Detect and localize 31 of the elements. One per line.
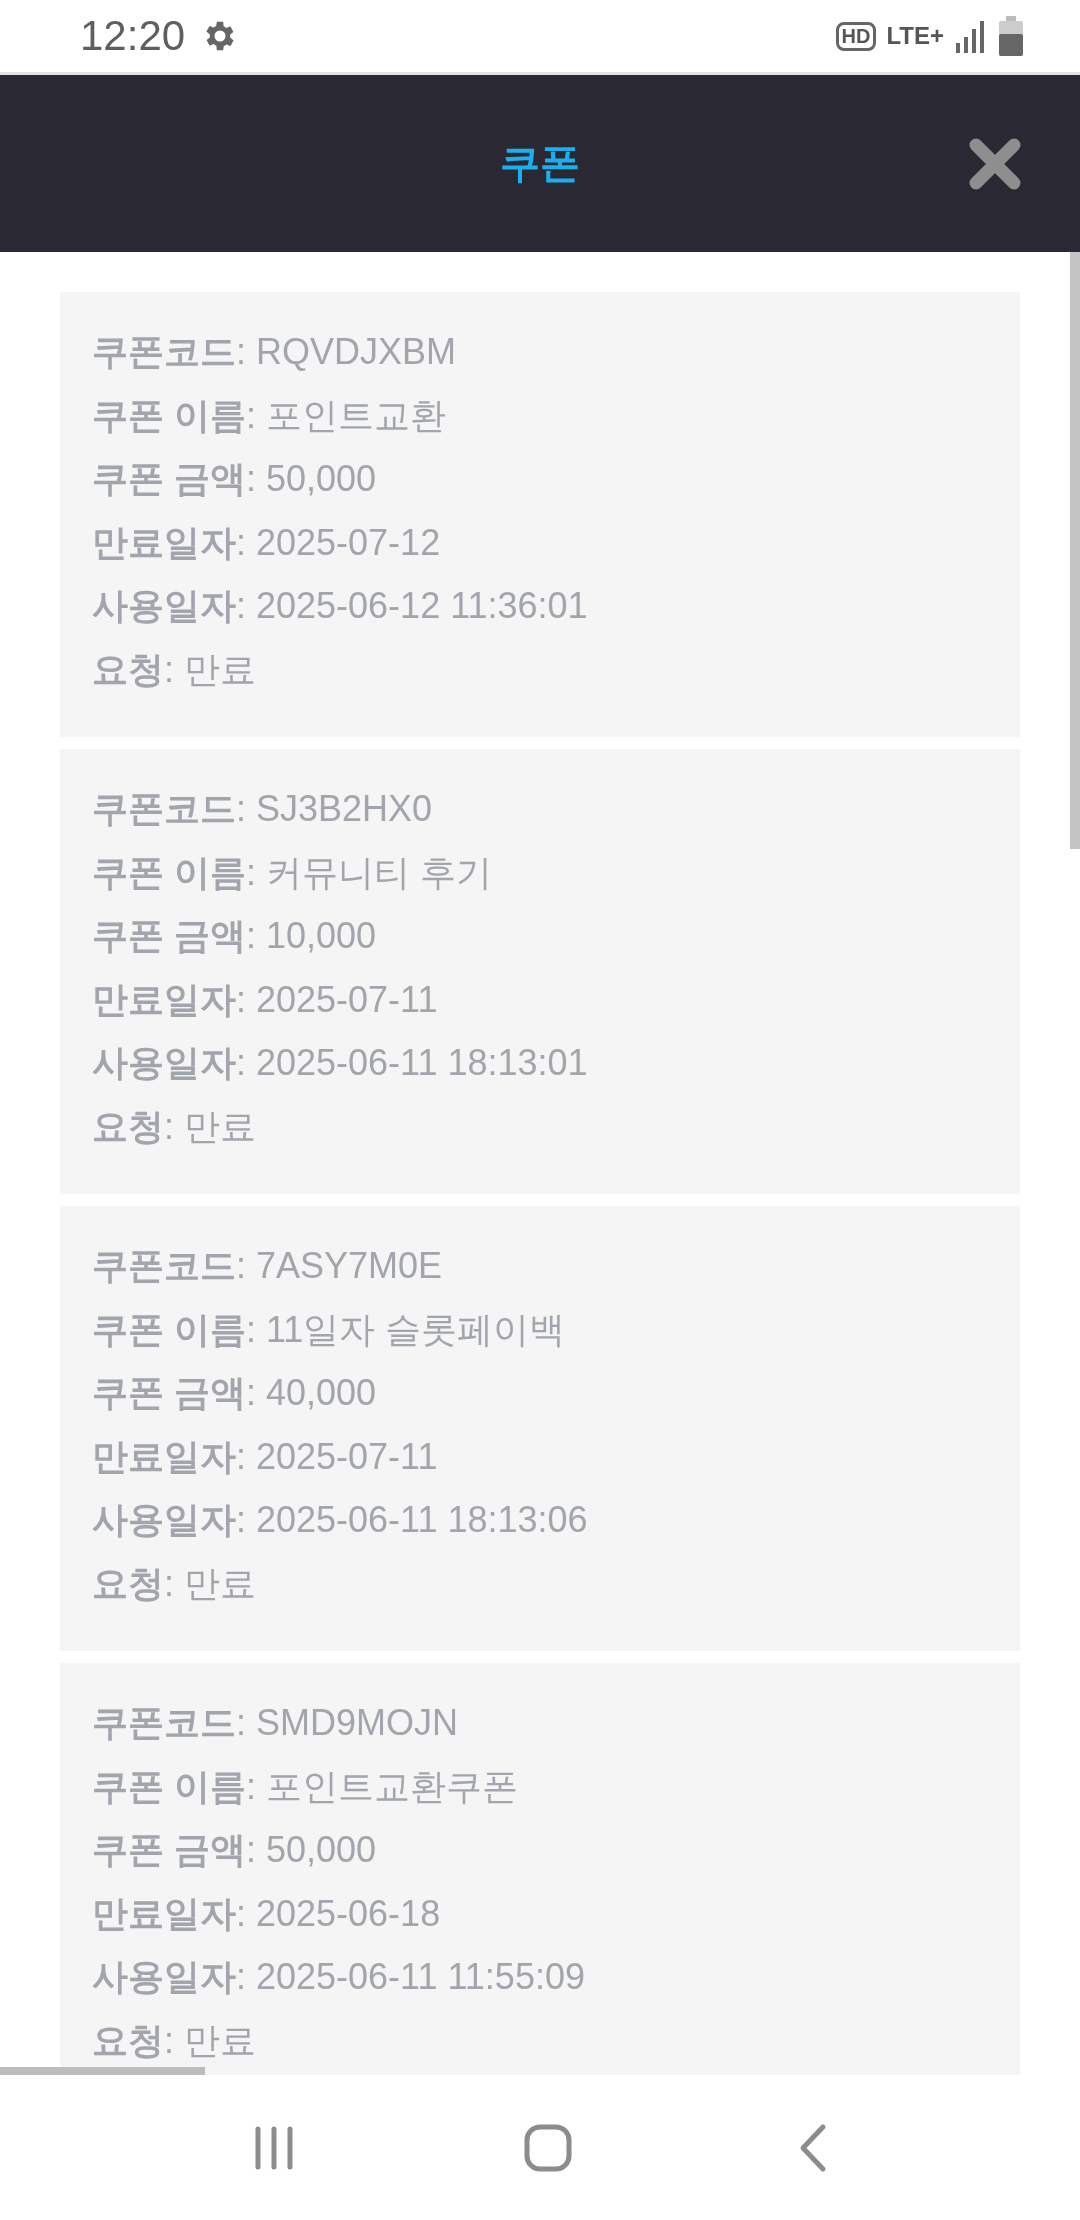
coupon-detail: 사용일자: 2025-06-11 11:55:09 xyxy=(92,1955,586,1999)
coupon-detail: 만료일자: 2025-06-18 xyxy=(92,1891,442,1936)
coupon-detail: 쿠폰코드: RQVDJXBM xyxy=(92,330,458,374)
hd-voice-indicator: HD xyxy=(835,21,877,51)
coupon-detail: 쿠폰 금액: 10,000 xyxy=(92,914,378,958)
coupon-detail: 쿠폰 금액: 50,000 xyxy=(92,1828,378,1872)
coupon-detail: 쿠폰 이름: 포인트교환 xyxy=(92,393,448,438)
header-title: 쿠폰 xyxy=(500,140,580,187)
close-button[interactable] xyxy=(968,137,1022,191)
home-button[interactable] xyxy=(523,2122,573,2173)
coupon-detail: 쿠폰코드: SJ3B2HX0 xyxy=(92,787,434,831)
network-type: LTE+ xyxy=(886,22,944,50)
coupon-detail: 쿠폰코드: SMD9MOJN xyxy=(92,1701,459,1745)
coupon-detail: 만료일자: 2025-07-11 xyxy=(92,1434,439,1479)
coupon-detail: 요청: 만료 xyxy=(92,1561,257,1606)
coupon-detail: 쿠폰 금액: 50,000 xyxy=(92,457,378,501)
coupon-detail: 요청: 만료 xyxy=(92,647,257,692)
battery-icon xyxy=(998,16,1024,56)
coupon-detail: 쿠폰 이름: 커뮤니티 후기 xyxy=(92,850,494,895)
coupon-detail: 만료일자: 2025-07-12 xyxy=(92,520,442,565)
coupon-detail: 쿠폰코드: 7ASY7M0E xyxy=(92,1244,444,1288)
coupon-detail: 쿠폰 금액: 40,000 xyxy=(92,1371,378,1415)
coupon-detail: 쿠폰 이름: 포인트교환쿠폰 xyxy=(92,1764,520,1809)
coupon-detail: 사용일자: 2025-06-12 11:36:01 xyxy=(92,584,589,628)
coupon-detail: 사용일자: 2025-06-11 18:13:01 xyxy=(92,1041,589,1085)
coupon-detail: 요청: 만료 xyxy=(92,1104,257,1149)
coupon-detail: 요청: 만료 xyxy=(92,2018,257,2063)
coupon-detail: 만료일자: 2025-07-11 xyxy=(92,977,439,1022)
coupon-detail: 쿠폰 이름: 11일자 슬롯페이백 xyxy=(92,1307,567,1352)
clock-time: 12:20 xyxy=(80,12,186,60)
coupon-detail: 사용일자: 2025-06-11 18:13:06 xyxy=(92,1498,589,1542)
